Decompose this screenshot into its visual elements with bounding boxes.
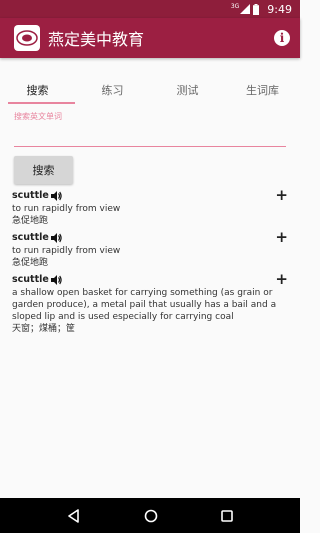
info-icon[interactable]: i — [274, 30, 290, 46]
search-button[interactable]: 搜索 — [14, 156, 73, 184]
tab-vocabulary[interactable]: 生词库 — [225, 76, 300, 106]
add-word-button[interactable]: + — [275, 230, 288, 245]
speaker-icon[interactable] — [50, 274, 62, 285]
app-logo — [14, 25, 40, 51]
search-input[interactable] — [14, 130, 286, 147]
result-definition: a shallow open basket for carrying somet… — [12, 288, 277, 322]
tab-test[interactable]: 测试 — [150, 76, 225, 106]
results-list: scuttle + to run rapidly from view 急促地跑 … — [12, 188, 288, 338]
clock: 9:49 — [267, 2, 292, 16]
tab-search[interactable]: 搜索 — [0, 76, 75, 106]
tab-bar: 搜索 练习 测试 生词库 — [0, 76, 300, 106]
result-chinese: 天窗；煤桶；筐 — [12, 324, 76, 334]
add-word-button[interactable]: + — [275, 188, 288, 203]
home-icon[interactable] — [144, 509, 158, 523]
list-item: scuttle + to run rapidly from view 急促地跑 — [12, 188, 288, 228]
status-bar: 3G 9:49 — [0, 0, 300, 18]
result-chinese: 急促地跑 — [12, 216, 49, 226]
result-definition: to run rapidly from view — [12, 246, 121, 256]
network-type: 3G — [230, 2, 240, 10]
result-word: scuttle — [12, 232, 49, 243]
search-hint-label: 搜索英文单词 — [14, 112, 62, 121]
tab-practice[interactable]: 练习 — [75, 76, 150, 106]
list-item: scuttle + to run rapidly from view 急促地跑 — [12, 230, 288, 270]
signal-icon — [240, 4, 251, 14]
result-word: scuttle — [12, 190, 49, 201]
result-chinese: 急促地跑 — [12, 258, 49, 268]
list-item: scuttle + a shallow open basket for carr… — [12, 272, 288, 336]
navigation-bar — [0, 498, 300, 533]
recents-icon[interactable] — [221, 509, 234, 522]
add-word-button[interactable]: + — [275, 272, 288, 287]
speaker-icon[interactable] — [50, 232, 62, 243]
result-word: scuttle — [12, 274, 49, 285]
battery-icon — [253, 3, 260, 15]
app-title: 燕定美中教育 — [48, 30, 145, 49]
back-icon[interactable] — [67, 508, 81, 523]
speaker-icon[interactable] — [50, 190, 62, 201]
result-definition: to run rapidly from view — [12, 204, 121, 214]
app-bar: 燕定美中教育 i — [0, 18, 300, 58]
